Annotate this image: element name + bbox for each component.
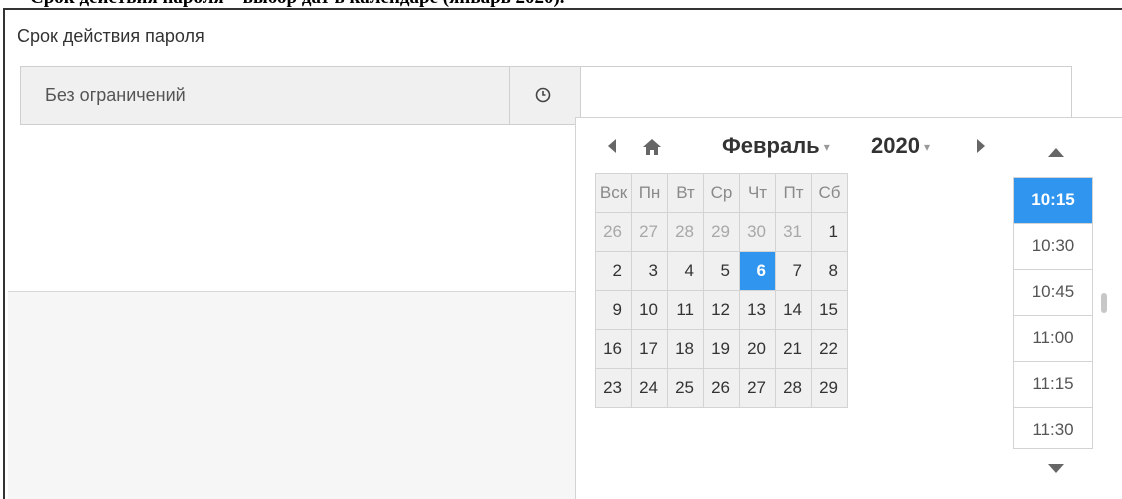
triangle-down-icon[interactable] (1046, 463, 1066, 475)
day-cell[interactable]: 2 (595, 251, 632, 291)
day-cell[interactable]: 20 (739, 329, 776, 369)
time-option-selected[interactable]: 10:15 (1014, 178, 1092, 224)
time-option[interactable]: 10:45 (1014, 270, 1092, 316)
triangle-up-icon[interactable] (1046, 146, 1066, 158)
weekday-header: Пт (775, 173, 812, 213)
day-cell[interactable]: 27 (631, 212, 668, 252)
day-cell[interactable]: 23 (595, 368, 632, 408)
week-row: 23 24 25 26 27 28 29 (595, 368, 848, 408)
day-cell[interactable]: 25 (667, 368, 704, 408)
day-cell[interactable]: 18 (667, 329, 704, 369)
week-row: 9 10 11 12 13 14 15 (595, 290, 848, 330)
day-cell[interactable]: 4 (667, 251, 704, 291)
day-cell[interactable]: 31 (775, 212, 812, 252)
weekday-header: Пн (631, 173, 668, 213)
weekday-header: Сб (811, 173, 848, 213)
day-cell[interactable]: 10 (631, 290, 668, 330)
time-option[interactable]: 11:30 (1014, 408, 1092, 448)
day-cell[interactable]: 29 (811, 368, 848, 408)
expiry-mode-value: Без ограничений (45, 85, 186, 105)
weekday-header: Чт (739, 173, 776, 213)
chevron-left-icon[interactable] (605, 136, 619, 156)
day-cell[interactable]: 5 (703, 251, 740, 291)
day-cell[interactable]: 8 (811, 251, 848, 291)
day-cell[interactable]: 3 (631, 251, 668, 291)
weekday-header: Вт (667, 173, 704, 213)
day-cell[interactable]: 7 (775, 251, 812, 291)
time-list: 10:15 10:30 10:45 11:00 11:15 11:30 (1013, 177, 1093, 449)
day-cell[interactable]: 21 (775, 329, 812, 369)
time-option[interactable]: 10:30 (1014, 224, 1092, 270)
time-option[interactable]: 11:00 (1014, 316, 1092, 362)
calendar-nav: Февраль ▾ 2020 ▾ (576, 118, 996, 178)
day-cell[interactable]: 11 (667, 290, 704, 330)
day-cell[interactable]: 22 (811, 329, 848, 369)
day-cell[interactable]: 14 (775, 290, 812, 330)
weekday-header: Ср (703, 173, 740, 213)
day-cell[interactable]: 26 (703, 368, 740, 408)
weekday-header: Вск (595, 173, 632, 213)
week-row: 2 3 4 5 6 7 8 (595, 251, 848, 291)
day-cell[interactable]: 30 (739, 212, 776, 252)
day-cell[interactable]: 9 (595, 290, 632, 330)
clock-icon (535, 87, 551, 103)
selected-day-cell[interactable]: 6 (739, 251, 776, 291)
time-scrollbar-thumb[interactable] (1101, 293, 1107, 313)
day-cell[interactable]: 1 (811, 212, 848, 252)
day-cell[interactable]: 28 (667, 212, 704, 252)
expiry-mode-select[interactable]: Без ограничений (20, 66, 510, 125)
chevron-right-icon[interactable] (974, 136, 988, 156)
month-label: Февраль (722, 133, 820, 158)
document-header-strip: Срок действия пароля – выбор дат в кален… (0, 0, 1122, 8)
time-picker-button[interactable] (510, 66, 581, 125)
day-cell[interactable]: 27 (739, 368, 776, 408)
year-dropdown[interactable]: 2020 ▾ (871, 133, 930, 159)
day-cell[interactable]: 13 (739, 290, 776, 330)
day-cell[interactable]: 19 (703, 329, 740, 369)
section-title: Срок действия пароля (17, 26, 205, 46)
day-cell[interactable]: 26 (595, 212, 632, 252)
day-cell[interactable]: 29 (703, 212, 740, 252)
weekday-row: Вск Пн Вт Ср Чт Пт Сб (595, 173, 848, 213)
calendar-grid: Вск Пн Вт Ср Чт Пт Сб 26 27 28 29 30 31 … (595, 173, 848, 408)
day-cell[interactable]: 28 (775, 368, 812, 408)
caret-down-icon: ▾ (823, 140, 830, 155)
week-row: 26 27 28 29 30 31 1 (595, 212, 848, 252)
day-cell[interactable]: 15 (811, 290, 848, 330)
datetime-picker: Февраль ▾ 2020 ▾ Вск Пн Вт Ср Чт Пт Сб 26 … (575, 117, 1122, 499)
day-cell[interactable]: 12 (703, 290, 740, 330)
day-cell[interactable]: 24 (631, 368, 668, 408)
day-cell[interactable]: 16 (595, 329, 632, 369)
time-option[interactable]: 11:15 (1014, 362, 1092, 408)
home-icon[interactable] (642, 138, 662, 156)
month-dropdown[interactable]: Февраль ▾ (722, 133, 830, 159)
panel-footer-area (8, 292, 575, 499)
caret-down-icon: ▾ (923, 140, 930, 155)
week-row: 16 17 18 19 20 21 22 (595, 329, 848, 369)
document-header-text: Срок действия пароля – выбор дат в кален… (30, 0, 565, 8)
day-cell[interactable]: 17 (631, 329, 668, 369)
year-label: 2020 (871, 133, 920, 158)
